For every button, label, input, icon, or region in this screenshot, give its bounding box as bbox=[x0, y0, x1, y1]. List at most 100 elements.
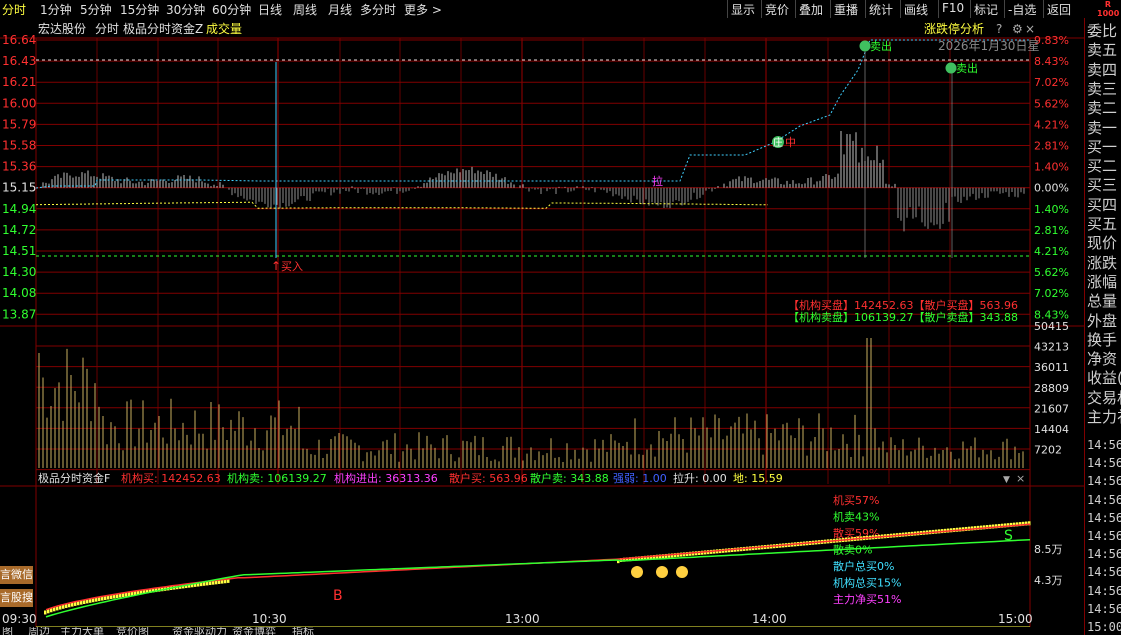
quote-label-1: 卖五 bbox=[1087, 41, 1118, 60]
indicator-legend-1: 机卖43% bbox=[833, 510, 879, 524]
time-axis-label: 13:00 bbox=[505, 612, 540, 626]
quote-label-0: 委比 bbox=[1087, 22, 1118, 40]
quote-label-2: 卖四 bbox=[1087, 60, 1118, 79]
volume-label: 成交量 bbox=[206, 21, 242, 36]
period-tab-5[interactable]: 60分钟 bbox=[212, 1, 251, 18]
period-tab-9[interactable]: 多分时 bbox=[360, 1, 396, 18]
period-tab-0[interactable]: 分时 bbox=[2, 1, 26, 18]
date-watermark: 2026年1月30日星 bbox=[938, 39, 1039, 53]
toolbar-separator bbox=[970, 0, 971, 18]
indicator-field-1: 机构卖: 106139.27 bbox=[227, 471, 327, 485]
toolbar-button-7[interactable]: 标记 bbox=[974, 1, 998, 18]
bottom-tab-3[interactable]: 竞价图 bbox=[116, 627, 149, 635]
close-icon[interactable]: × bbox=[1025, 22, 1035, 36]
quote-label-5: 卖一 bbox=[1087, 118, 1118, 137]
period-tab-4[interactable]: 30分钟 bbox=[166, 1, 205, 18]
quote-label-19: 交易材 bbox=[1087, 388, 1121, 407]
bottom-tab-0[interactable]: 图 bbox=[2, 627, 13, 635]
toolbar-separator bbox=[761, 0, 762, 18]
help-icon[interactable]: ? bbox=[996, 22, 1002, 36]
trade-time-7: 14:56 bbox=[1087, 565, 1121, 580]
period-tab-6[interactable]: 日线 bbox=[258, 1, 282, 18]
logo-number: 1000 bbox=[1097, 9, 1120, 18]
quote-label-3: 卖三 bbox=[1087, 79, 1118, 98]
quote-label-6: 买一 bbox=[1087, 137, 1118, 156]
bottom-tab-5[interactable]: 资金博弈 bbox=[232, 627, 276, 635]
indicator-dropdown-icon[interactable]: ▼ bbox=[1003, 475, 1010, 485]
period-tab-2[interactable]: 5分钟 bbox=[80, 1, 112, 18]
period-tab-3[interactable]: 15分钟 bbox=[120, 1, 159, 18]
period-tab-7[interactable]: 周线 bbox=[293, 1, 317, 18]
volume-axis-label: 50415 bbox=[1034, 320, 1069, 333]
toolbar-button-0[interactable]: 显示 bbox=[731, 1, 755, 18]
price-axis-left-label: 16.00 bbox=[2, 96, 36, 110]
settings-icon[interactable]: ⚙ bbox=[1012, 22, 1023, 36]
sell-marker-icon bbox=[859, 40, 871, 52]
volume-axis-label: 43213 bbox=[1034, 341, 1069, 354]
toolbar-button-2[interactable]: 叠加 bbox=[799, 1, 823, 18]
quote-label-10: 买五 bbox=[1087, 215, 1118, 233]
price-axis-right-label: 1.40% bbox=[1034, 161, 1069, 174]
indicator-close-icon[interactable]: × bbox=[1016, 472, 1025, 485]
bottom-tab-6[interactable]: 指标 bbox=[292, 627, 314, 635]
wechat-share-button[interactable]: 言微信 bbox=[0, 566, 33, 584]
toolbar-button-6[interactable]: F10 bbox=[942, 1, 964, 15]
trade-time-0: 14:56 bbox=[1087, 438, 1121, 452]
price-axis-right-label: 5.62% bbox=[1034, 97, 1069, 110]
time-axis-label: 10:30 bbox=[252, 612, 287, 626]
period-tab-8[interactable]: 月线 bbox=[328, 1, 352, 18]
zhong-char: 中 bbox=[785, 136, 796, 149]
quote-label-16: 换手 bbox=[1087, 330, 1118, 349]
trade-time-3: 14:56 bbox=[1087, 492, 1121, 507]
buy-arrow-icon: ↑ bbox=[271, 259, 281, 273]
b-marker: B bbox=[333, 588, 343, 604]
period-tab-1[interactable]: 1分钟 bbox=[40, 1, 72, 18]
price-axis-right-label: 5.62% bbox=[1034, 266, 1069, 279]
quote-label-7: 买二 bbox=[1087, 157, 1118, 176]
limit-analysis-link[interactable]: 涨跌停分析 bbox=[924, 21, 984, 36]
indicator-field-3: 散户买: 563.96 bbox=[449, 471, 528, 485]
sell-label: 卖出 bbox=[956, 61, 978, 75]
buy-strength-bar bbox=[44, 610, 47, 615]
bottom-tab-4[interactable]: 资金驱动力 bbox=[172, 627, 227, 635]
indicator-legend-5: 机构总买15% bbox=[833, 576, 901, 590]
price-axis-left-label: 15.79 bbox=[2, 117, 36, 131]
indicator-field-7: 地: 15.59 bbox=[733, 472, 783, 485]
zhuang-char: 庄 bbox=[773, 136, 783, 149]
toolbar-separator bbox=[1043, 0, 1044, 18]
stock-chart[interactable]: ↑ 买入卖出卖出庄 中拉 极品分时资金F 机构买: 142452.63 机构卖: 106… bbox=[0, 18, 1084, 635]
indicator-legend-4: 散户总买0% bbox=[833, 559, 894, 573]
toolbar-button-5[interactable]: 画线 bbox=[904, 1, 928, 18]
indicator-legend-0: 机买57% bbox=[833, 493, 879, 507]
price-axis-right-label: 4.21% bbox=[1034, 245, 1069, 258]
info-row-1: 【机构买盘】142452.63【散户买盘】563.96 bbox=[788, 298, 1018, 312]
stock-search-button[interactable]: 言股搜 bbox=[0, 589, 33, 607]
la-marker: 拉 bbox=[652, 174, 663, 188]
price-axis-left-label: 14.72 bbox=[2, 223, 36, 237]
period-tab-10[interactable]: 更多 > bbox=[404, 1, 442, 18]
price-axis-left-label: 14.08 bbox=[2, 286, 36, 300]
indicator-title: 极品分时资金Z bbox=[123, 21, 203, 36]
quote-label-15: 外盘 bbox=[1087, 311, 1118, 330]
sell-label: 卖出 bbox=[870, 39, 892, 53]
toolbar-button-9[interactable]: 返回 bbox=[1047, 1, 1071, 18]
quote-label-17: 净资 bbox=[1087, 350, 1118, 369]
bottom-tab-1[interactable]: 周边 bbox=[28, 627, 50, 635]
s-marker: S bbox=[1004, 528, 1013, 544]
indicator-field-6: 拉升: 0.00 bbox=[673, 471, 727, 485]
toolbar-separator bbox=[795, 0, 796, 18]
bottom-tab-2[interactable]: 主力大单 bbox=[60, 627, 104, 635]
toolbar-button-8[interactable]: -自选 bbox=[1008, 1, 1036, 18]
price-axis-left-label: 15.15 bbox=[2, 181, 36, 195]
toolbar-button-3[interactable]: 重播 bbox=[834, 1, 858, 18]
price-axis-left-label: 14.30 bbox=[2, 265, 36, 279]
toolbar-separator bbox=[900, 0, 901, 18]
price-axis-left-label: 15.36 bbox=[2, 160, 36, 174]
trade-time-6: 14:56 bbox=[1087, 547, 1121, 562]
indicator-axis-label: 4.3万 bbox=[1034, 574, 1063, 587]
toolbar-button-1[interactable]: 竞价 bbox=[765, 1, 789, 18]
indicator-axis-label: 8.5万 bbox=[1034, 543, 1063, 556]
toolbar-button-4[interactable]: 统计 bbox=[869, 1, 893, 18]
quote-label-9: 买四 bbox=[1087, 195, 1118, 214]
view-label: 分时 bbox=[95, 22, 119, 36]
